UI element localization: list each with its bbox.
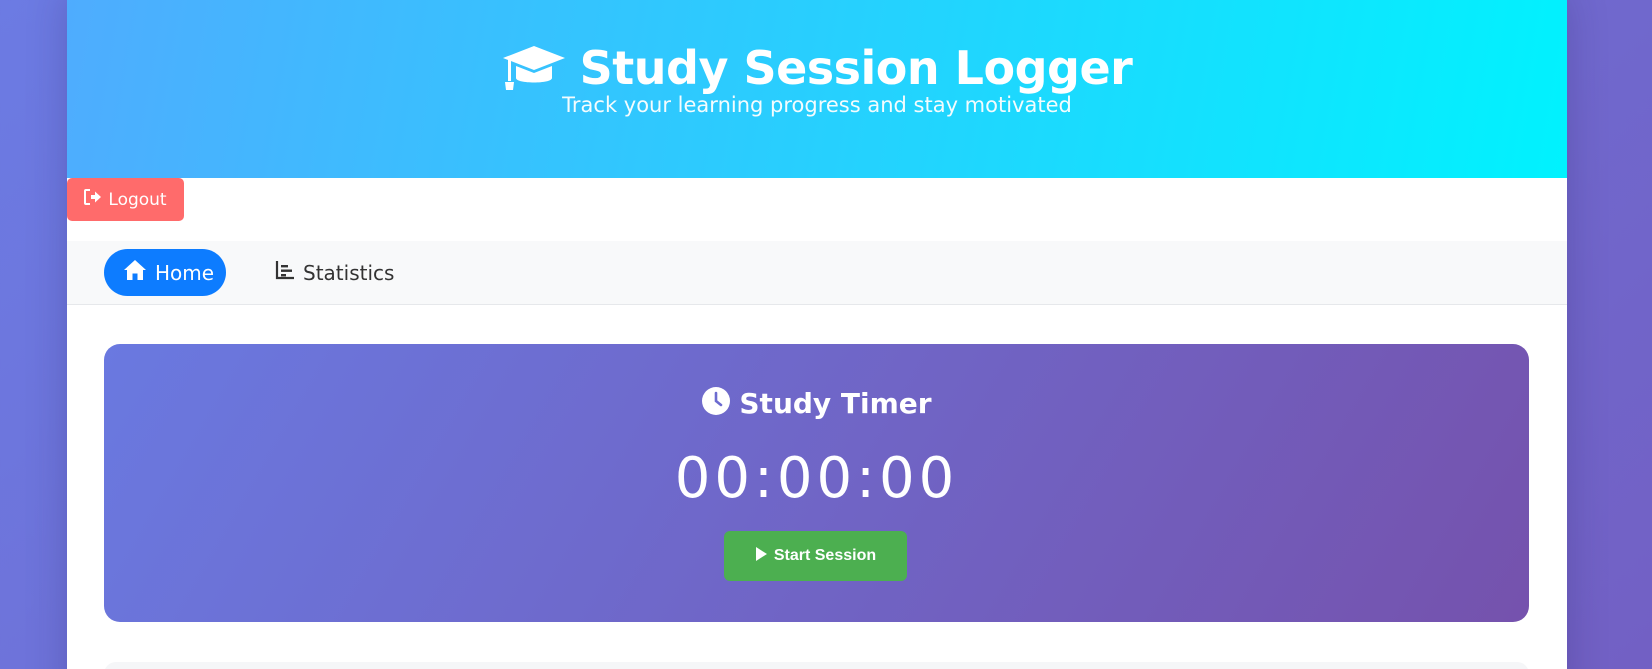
timer-display: 00:00:00 — [674, 446, 959, 511]
app-title: Study Session Logger — [579, 41, 1133, 95]
start-session-label: Start Session — [773, 547, 877, 564]
tab-home[interactable]: Home — [104, 249, 226, 296]
app-header: Study Session Logger Track your learning… — [67, 0, 1567, 178]
tab-home-label: Home — [155, 260, 215, 285]
home-icon — [123, 259, 147, 286]
tab-statistics-label: Statistics — [303, 260, 395, 285]
study-timer-card: Study Timer 00:00:00 Start Session — [104, 344, 1529, 622]
clock-icon — [701, 386, 731, 421]
title-row: Study Session Logger — [67, 38, 1567, 98]
play-icon — [755, 546, 767, 566]
app-subtitle: Track your learning progress and stay mo… — [562, 93, 1072, 117]
start-session-button[interactable]: Start Session — [724, 531, 907, 581]
app-container: Study Session Logger Track your learning… — [67, 0, 1567, 669]
timer-heading: Study Timer — [104, 386, 1529, 421]
logout-label: Logout — [108, 189, 167, 210]
timer-title: Study Timer — [739, 387, 932, 420]
logout-button[interactable]: Logout — [67, 178, 184, 221]
tab-statistics[interactable]: Statistics — [275, 249, 394, 296]
sign-out-icon — [84, 189, 102, 210]
chart-bar-icon — [275, 260, 295, 285]
next-section — [104, 662, 1529, 669]
graduation-cap-icon — [502, 44, 566, 92]
main-nav: Home Statistics — [67, 241, 1567, 305]
